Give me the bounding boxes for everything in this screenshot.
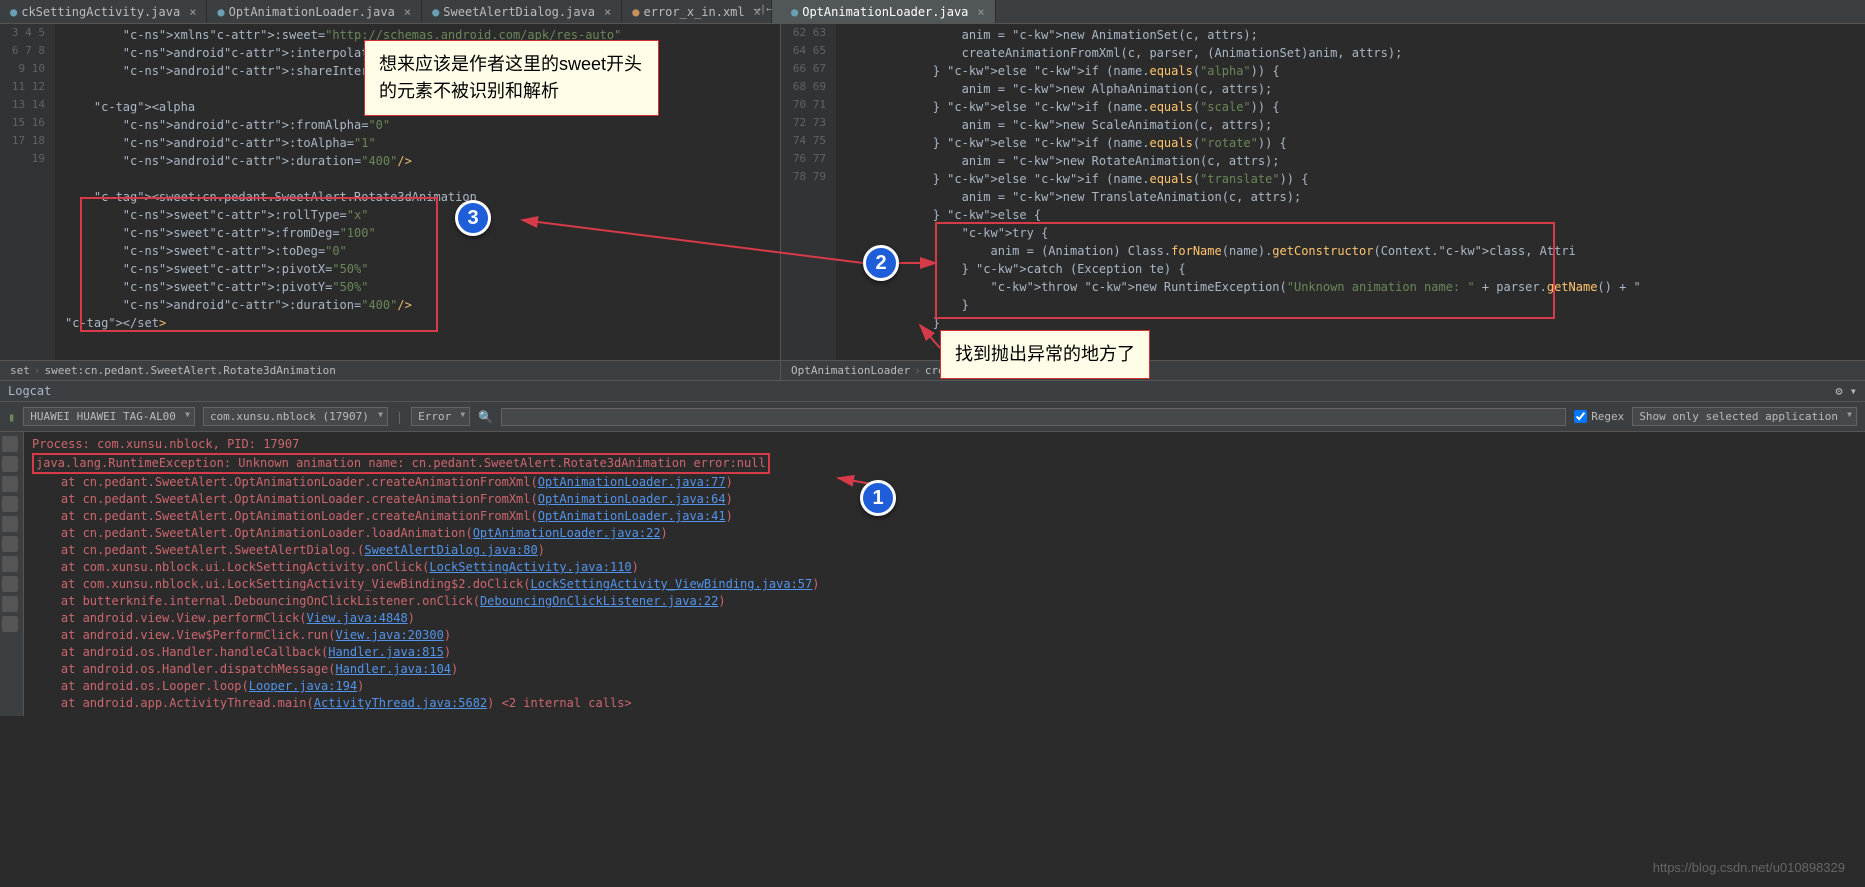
log-line[interactable]: at com.xunsu.nblock.ui.LockSettingActivi… <box>32 576 1857 593</box>
log-line[interactable]: at cn.pedant.SweetAlert.OptAnimationLoad… <box>32 508 1857 525</box>
annotation-note-1: 想来应该是作者这里的sweet开头的元素不被识别和解析 <box>364 40 659 116</box>
record-icon[interactable] <box>2 576 18 592</box>
filter-dropdown[interactable]: Show only selected application <box>1632 407 1857 426</box>
right-tab-bar: ● OptAnimationLoader.java × <box>781 0 1865 24</box>
restart-icon[interactable] <box>2 516 18 532</box>
log-line[interactable]: at android.os.Looper.loop(Looper.java:19… <box>32 678 1857 695</box>
editor-tab[interactable]: ● ckSettingActivity.java × <box>0 0 207 23</box>
logcat-output[interactable]: Process: com.xunsu.nblock, PID: 17907jav… <box>24 432 1865 716</box>
settings-icon[interactable] <box>2 536 18 552</box>
log-line[interactable]: at cn.pedant.SweetAlert.OptAnimationLoad… <box>32 525 1857 542</box>
editor-tab[interactable]: ● OptAnimationLoader.java × <box>781 0 996 23</box>
stack-trace-link[interactable]: OptAnimationLoader.java:77 <box>538 475 726 489</box>
left-gutter: 3 4 5 6 7 8 9 10 11 12 13 14 15 16 17 18… <box>0 24 55 360</box>
right-gutter: 62 63 64 65 66 67 68 69 70 71 72 73 74 7… <box>781 24 836 360</box>
file-icon: ● <box>10 5 17 19</box>
tab-label: error_x_in.xml <box>643 5 744 19</box>
log-line[interactable]: at android.app.ActivityThread.main(Activ… <box>32 695 1857 712</box>
tab-label: ckSettingActivity.java <box>21 5 180 19</box>
breadcrumb-item[interactable]: OptAnimationLoader <box>791 364 910 377</box>
file-icon: ● <box>632 5 639 19</box>
watermark: https://blog.csdn.net/u010898329 <box>1653 860 1845 875</box>
breadcrumb-item[interactable]: sweet:cn.pedant.SweetAlert.Rotate3dAnima… <box>45 364 336 377</box>
logcat-action-gutter <box>0 432 24 716</box>
log-line[interactable]: at cn.pedant.SweetAlert.OptAnimationLoad… <box>32 491 1857 508</box>
badge-1: 1 <box>860 480 896 516</box>
tab-label: OptAnimationLoader.java <box>229 5 395 19</box>
log-line[interactable]: at android.os.Handler.handleCallback(Han… <box>32 644 1857 661</box>
stack-trace-link[interactable]: ActivityThread.java:5682 <box>314 696 487 710</box>
right-editor-pane: ● OptAnimationLoader.java × 62 63 64 65 66… <box>780 0 1865 380</box>
wrap-icon[interactable] <box>2 476 18 492</box>
left-breadcrumb[interactable]: set›sweet:cn.pedant.SweetAlert.Rotate3dA… <box>0 360 780 380</box>
process-dropdown[interactable]: com.xunsu.nblock (17907) <box>203 407 388 426</box>
breadcrumb-item[interactable]: set <box>10 364 30 377</box>
file-icon: ● <box>791 5 798 19</box>
close-icon[interactable]: × <box>189 5 196 19</box>
badge-3: 3 <box>455 200 491 236</box>
annotation-note-2: 找到抛出异常的地方了 <box>940 330 1150 379</box>
stack-trace-link[interactable]: View.java:4848 <box>307 611 408 625</box>
log-line[interactable]: at android.view.View.performClick(View.j… <box>32 610 1857 627</box>
device-dropdown[interactable]: HUAWEI HUAWEI TAG-AL00 <box>23 407 195 426</box>
stack-trace-link[interactable]: View.java:20300 <box>335 628 443 642</box>
screenshot-icon[interactable] <box>2 556 18 572</box>
tab-label: OptAnimationLoader.java <box>802 5 968 19</box>
stack-trace-link[interactable]: Looper.java:194 <box>249 679 357 693</box>
terminate-icon[interactable] <box>2 596 18 612</box>
log-line[interactable]: at cn.pedant.SweetAlert.SweetAlertDialog… <box>32 542 1857 559</box>
left-tab-bar: ● ckSettingActivity.java × ● OptAnimationLoa… <box>0 0 780 24</box>
logcat-panel: Logcat ⚙ ▾ ▮ HUAWEI HUAWEI TAG-AL00 com.… <box>0 380 1865 716</box>
tab-label: SweetAlertDialog.java <box>443 5 595 19</box>
logcat-title[interactable]: Logcat <box>8 384 51 398</box>
stack-trace-link[interactable]: LockSettingActivity_ViewBinding.java:57 <box>531 577 813 591</box>
device-icon: ▮ <box>8 410 15 424</box>
log-line[interactable]: at android.os.Handler.dispatchMessage(Ha… <box>32 661 1857 678</box>
stack-trace-link[interactable]: DebouncingOnClickListener.java:22 <box>480 594 718 608</box>
badge-2: 2 <box>863 245 899 281</box>
stack-trace-link[interactable]: OptAnimationLoader.java:41 <box>538 509 726 523</box>
clear-icon[interactable] <box>2 436 18 452</box>
modification-indicator: ⟶|← <box>754 4 772 15</box>
logcat-toolbar: ▮ HUAWEI HUAWEI TAG-AL00 com.xunsu.nbloc… <box>0 402 1865 432</box>
log-line[interactable]: at butterknife.internal.DebouncingOnClic… <box>32 593 1857 610</box>
file-icon: ● <box>432 5 439 19</box>
close-icon[interactable]: × <box>604 5 611 19</box>
log-line[interactable]: java.lang.RuntimeException: Unknown anim… <box>32 453 1857 474</box>
editor-tab[interactable]: ● SweetAlertDialog.java × <box>422 0 622 23</box>
stack-trace-link[interactable]: OptAnimationLoader.java:64 <box>538 492 726 506</box>
file-icon: ● <box>217 5 224 19</box>
stack-trace-link[interactable]: SweetAlertDialog.java:80 <box>364 543 537 557</box>
stack-trace-link[interactable]: OptAnimationLoader.java:22 <box>473 526 661 540</box>
close-icon[interactable]: × <box>977 5 984 19</box>
search-icon: 🔍 <box>478 410 493 424</box>
logcat-search-input[interactable] <box>501 408 1566 426</box>
gear-icon[interactable]: ⚙ ▾ <box>1835 384 1857 398</box>
editor-tab[interactable]: ● OptAnimationLoader.java × <box>207 0 422 23</box>
log-line[interactable]: at com.xunsu.nblock.ui.LockSettingActivi… <box>32 559 1857 576</box>
stack-trace-link[interactable]: Handler.java:815 <box>328 645 444 659</box>
stack-trace-link[interactable]: LockSettingActivity.java:110 <box>429 560 631 574</box>
log-line[interactable]: Process: com.xunsu.nblock, PID: 17907 <box>32 436 1857 453</box>
scroll-icon[interactable] <box>2 456 18 472</box>
help-icon[interactable] <box>2 616 18 632</box>
print-icon[interactable] <box>2 496 18 512</box>
close-icon[interactable]: × <box>404 5 411 19</box>
log-line[interactable]: at android.view.View$PerformClick.run(Vi… <box>32 627 1857 644</box>
highlight-box-xml <box>80 197 438 332</box>
stack-trace-link[interactable]: Handler.java:104 <box>335 662 451 676</box>
log-level-dropdown[interactable]: Error <box>411 407 470 426</box>
regex-checkbox[interactable]: Regex <box>1574 410 1624 423</box>
highlighted-error-line: java.lang.RuntimeException: Unknown anim… <box>32 453 770 474</box>
highlight-box-java <box>935 222 1555 319</box>
log-line[interactable]: at cn.pedant.SweetAlert.OptAnimationLoad… <box>32 474 1857 491</box>
editor-tab[interactable]: ●error_x_in.xml× <box>622 0 772 23</box>
